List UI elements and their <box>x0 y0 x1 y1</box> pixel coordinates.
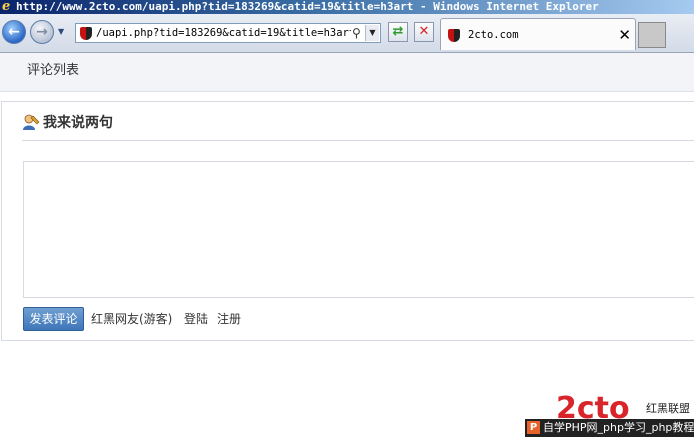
watermark-tagline: 自学PHP网_php学习_php教程 <box>543 421 694 434</box>
site-shield-icon <box>80 27 92 40</box>
watermark-logo-text: 2cto <box>556 394 630 420</box>
back-arrow-icon: ← <box>8 24 20 40</box>
browser-tab[interactable]: 2cto.com ✕ <box>440 18 636 50</box>
watermark-brand: 红黑联盟 <box>646 402 690 415</box>
comment-textarea[interactable] <box>23 161 694 298</box>
browser-toolbar: ← → ▼ /uapi.php?tid=183269&catid=19&titl… <box>0 14 694 53</box>
php-icon: P <box>527 421 540 434</box>
history-dropdown-icon[interactable]: ▼ <box>58 27 68 37</box>
login-link[interactable]: 登陆 <box>184 310 208 328</box>
comment-list-header: 评论列表 <box>0 53 694 92</box>
section-title: 我来说两句 <box>43 115 113 131</box>
watermark-logo: 2cto <box>556 394 630 420</box>
tab-favicon-icon <box>448 29 460 42</box>
stop-button[interactable]: ✕ <box>414 22 434 42</box>
tab-title: 2cto.com <box>468 29 519 41</box>
submit-comment-button[interactable]: 发表评论 <box>23 307 84 331</box>
watermark-bar: P 自学PHP网_php学习_php教程 <box>525 419 694 437</box>
address-bar[interactable]: /uapi.php?tid=183269&catid=19&title=h3ar… <box>75 23 381 43</box>
address-dropdown-icon[interactable]: ▼ <box>365 25 379 41</box>
forward-arrow-icon: → <box>36 24 48 40</box>
address-input[interactable]: /uapi.php?tid=183269&catid=19&title=h3ar… <box>96 24 351 42</box>
forward-button[interactable]: → <box>30 20 54 44</box>
stop-icon: ✕ <box>418 24 430 39</box>
tab-close-icon[interactable]: ✕ <box>618 19 631 51</box>
window-titlebar: e http://www.2cto.com/uapi.php?tid=183269… <box>0 0 694 14</box>
window-title: http://www.2cto.com/uapi.php?tid=183269&… <box>16 0 599 13</box>
comment-form: 我来说两句 发表评论 红黑网友(游客) 登陆 注册 <box>1 101 694 341</box>
user-pen-icon <box>23 114 40 130</box>
ie-logo-icon: e <box>2 0 11 14</box>
refresh-button[interactable]: ⇄ <box>388 22 408 42</box>
refresh-icon: ⇄ <box>392 24 404 39</box>
search-icon[interactable]: ⚲ <box>352 26 366 40</box>
comment-form-header: 我来说两句 <box>22 113 694 141</box>
comment-list-label: 评论列表 <box>27 63 80 78</box>
guest-user-label: 红黑网友(游客) <box>91 312 173 326</box>
back-button[interactable]: ← <box>2 20 26 44</box>
new-tab-button[interactable] <box>638 22 666 48</box>
register-link[interactable]: 注册 <box>217 310 241 328</box>
